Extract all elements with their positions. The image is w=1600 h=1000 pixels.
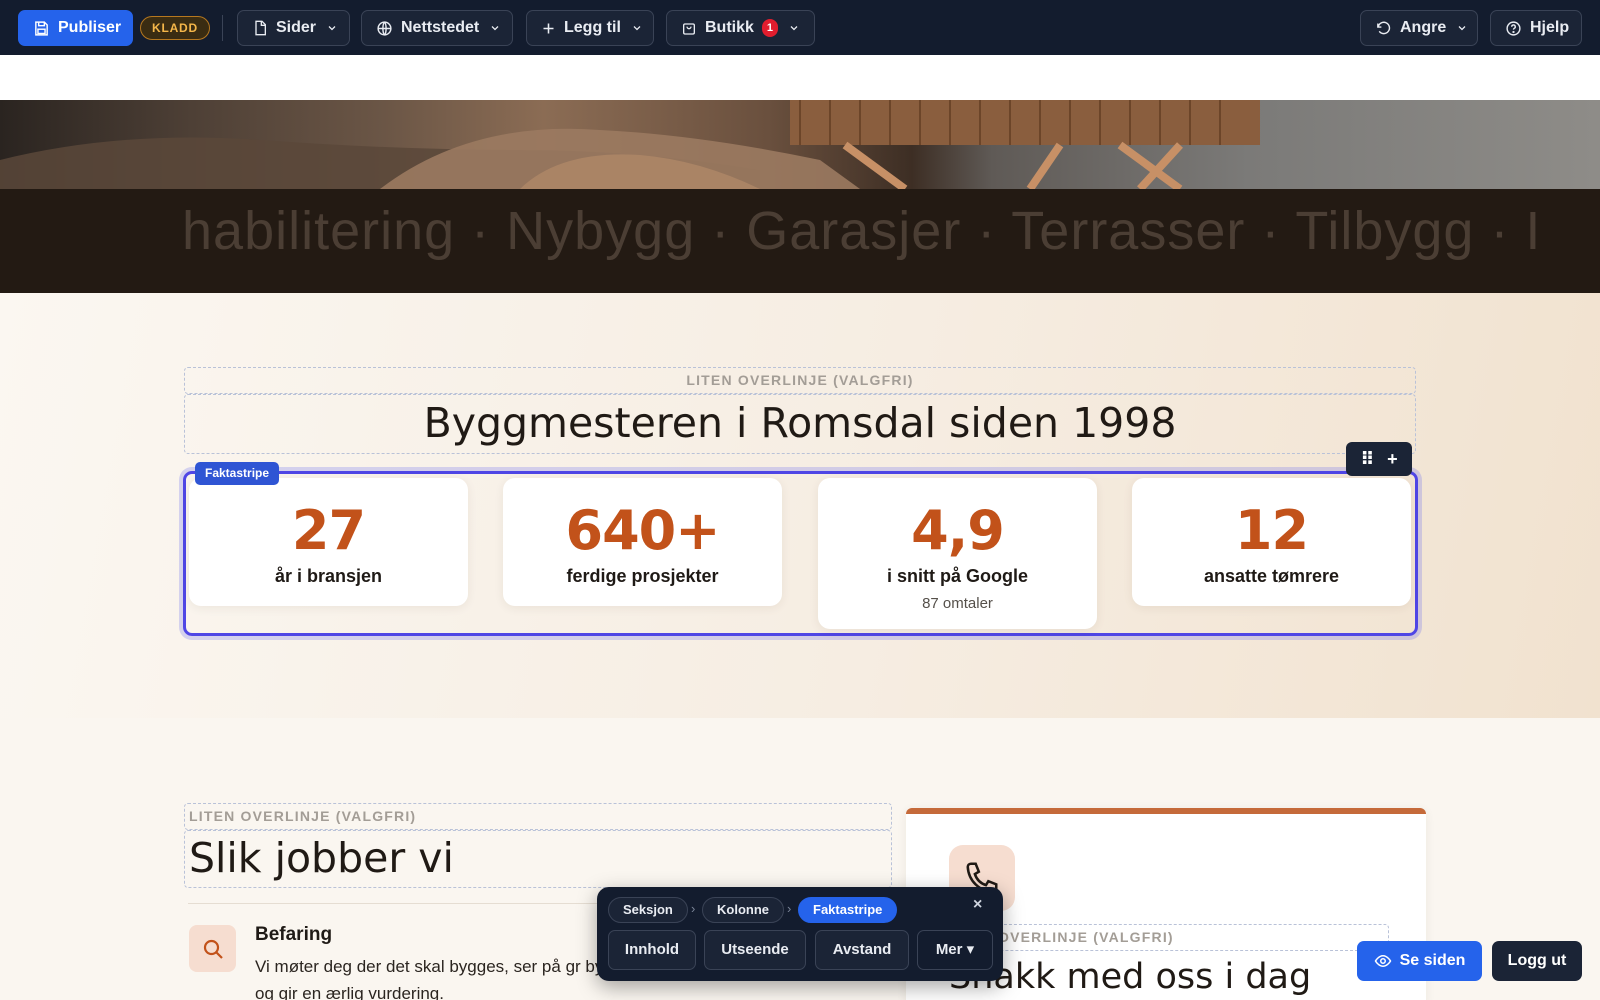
- overline-placeholder[interactable]: LITEN OVERLINJE (VALGFRI): [184, 803, 892, 830]
- header-strip: [0, 55, 1600, 100]
- chevron-down-icon: [633, 26, 641, 31]
- editor-toolbar: Publiser KLADD Sider Nettstedet Legg til…: [0, 0, 1600, 55]
- service-ticker: habilitering · Nybygg · Garasjer · Terra…: [0, 189, 1600, 293]
- fact-label: i snitt på Google: [886, 566, 1028, 586]
- hero-image: [0, 100, 1600, 189]
- globe-icon: [377, 20, 392, 36]
- fact-card[interactable]: 640+ ferdige prosjekter: [503, 478, 782, 606]
- shop-count-badge: 1: [761, 19, 778, 37]
- pages-menu-button[interactable]: Sider: [237, 10, 350, 46]
- breadcrumb-separator: ›: [691, 901, 696, 916]
- fact-label: ferdige prosjekter: [566, 566, 719, 586]
- eye-icon: [1374, 954, 1391, 968]
- step-description: Vi møter deg der det skal bygges, ser på…: [255, 957, 623, 1000]
- logout-button[interactable]: Logg ut: [1492, 941, 1582, 981]
- contact-title[interactable]: Snakk med oss i dag: [945, 951, 1389, 1000]
- page-icon: [255, 20, 266, 36]
- view-site-button[interactable]: Se siden: [1357, 941, 1482, 981]
- appearance-tab-button[interactable]: Utseende: [704, 930, 806, 970]
- help-button[interactable]: Hjelp: [1490, 10, 1582, 46]
- section-title[interactable]: Byggmesteren i Romsdal siden 1998: [184, 394, 1416, 454]
- breadcrumb-section[interactable]: Seksjon: [608, 897, 688, 923]
- help-icon: [1506, 20, 1521, 36]
- toolbar-divider: [222, 15, 223, 41]
- undo-label: Angre: [1400, 19, 1447, 36]
- search-icon: [189, 925, 236, 972]
- breadcrumb-separator: ›: [787, 901, 792, 916]
- fact-value: 640+: [565, 499, 721, 562]
- more-menu-button[interactable]: Mer ▾: [917, 930, 993, 970]
- spacing-tab-button[interactable]: Avstand: [815, 930, 909, 970]
- add-menu-button[interactable]: Legg til: [526, 10, 654, 46]
- fact-card[interactable]: 12 ansatte tømrere: [1132, 478, 1411, 606]
- site-menu-button[interactable]: Nettstedet: [361, 10, 513, 46]
- fact-card[interactable]: 27 år i bransjen: [189, 478, 468, 606]
- draft-badge: KLADD: [140, 16, 210, 40]
- section-title[interactable]: Slik jobber vi: [184, 830, 892, 888]
- block-type-tag: Faktastripe: [195, 462, 280, 485]
- shopping-bag-icon: [683, 23, 695, 35]
- save-icon: [35, 20, 48, 36]
- close-icon[interactable]: ×: [973, 896, 982, 914]
- chevron-down-icon: [491, 26, 499, 31]
- view-site-label: Se siden: [1399, 952, 1466, 969]
- fact-card[interactable]: 4,9 i snitt på Google 87 omtaler: [818, 478, 1097, 629]
- shop-menu-button[interactable]: Butikk 1: [666, 10, 815, 46]
- shop-label: Butikk: [705, 19, 754, 36]
- fact-sublabel: 87 omtaler: [922, 595, 993, 612]
- fact-value: 27: [291, 499, 366, 562]
- chevron-down-icon: [1458, 26, 1466, 31]
- overline-placeholder[interactable]: OVERLINJE (VALGFRI): [945, 924, 1389, 951]
- fact-value: 4,9: [911, 499, 1005, 562]
- fact-label: år i bransjen: [274, 566, 383, 586]
- block-editor-panel: Seksjon › Kolonne › Faktastripe × Innhol…: [597, 887, 1003, 981]
- fact-label: ansatte tømrere: [1203, 566, 1340, 586]
- chevron-down-icon: [328, 26, 336, 31]
- plus-icon: [543, 23, 554, 33]
- chevron-down-icon: [790, 26, 798, 31]
- block-tools: ⠿ +: [1346, 442, 1412, 476]
- step-title: Befaring: [255, 924, 333, 945]
- publish-label: Publiser: [58, 19, 122, 36]
- add-label: Legg til: [564, 19, 621, 36]
- breadcrumb-column[interactable]: Kolonne: [702, 897, 784, 923]
- overline-placeholder[interactable]: LITEN OVERLINJE (VALGFRI): [184, 367, 1416, 394]
- hero-photo-drawing: [0, 100, 1260, 189]
- breadcrumb-facts-strip[interactable]: Faktastripe: [798, 897, 898, 923]
- add-block-icon[interactable]: +: [1387, 449, 1398, 470]
- content-tab-button[interactable]: Innhold: [608, 930, 696, 970]
- undo-icon: [1377, 21, 1391, 34]
- publish-button[interactable]: Publiser: [18, 10, 133, 46]
- pages-label: Sider: [276, 19, 317, 36]
- fact-value: 12: [1234, 499, 1309, 562]
- ticker-text: habilitering · Nybygg · Garasjer · Terra…: [182, 201, 1542, 261]
- undo-menu-button[interactable]: Angre: [1360, 10, 1478, 46]
- help-label: Hjelp: [1530, 19, 1570, 36]
- drag-handle-icon[interactable]: ⠿: [1360, 449, 1374, 470]
- site-label: Nettstedet: [401, 19, 480, 36]
